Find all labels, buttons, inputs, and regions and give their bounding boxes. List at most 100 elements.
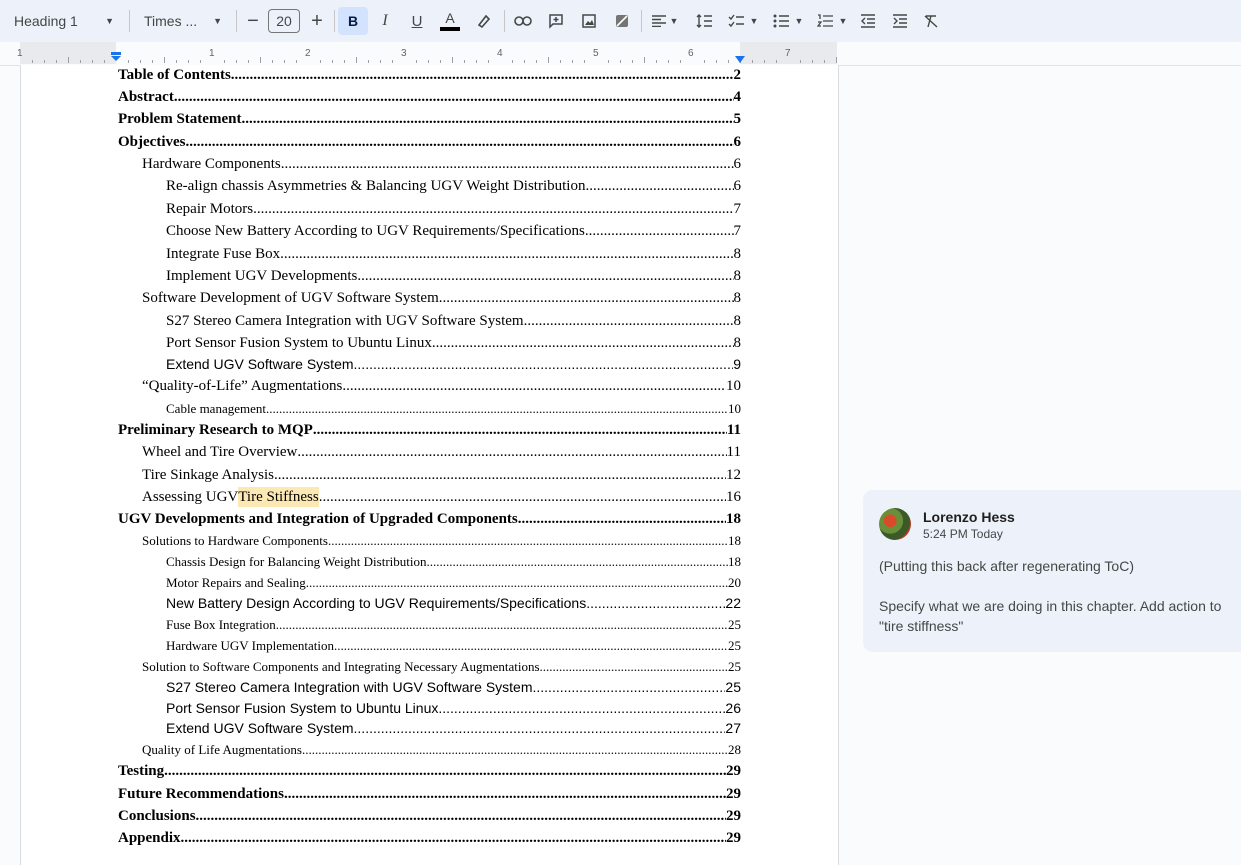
ruler-tick [512, 60, 513, 63]
toc-entry-page: 8 [733, 335, 742, 351]
italic-button[interactable]: I [371, 7, 399, 35]
toc-entry[interactable]: Solutions to Hardware Components 18 [142, 531, 741, 551]
ruler-tick [296, 60, 297, 63]
right-indent-marker-icon[interactable] [734, 56, 746, 64]
toc-leader-dots [533, 677, 726, 697]
divider [334, 10, 335, 32]
ruler-tick [140, 60, 141, 63]
highlight-button[interactable] [470, 7, 498, 35]
comment-card[interactable]: Lorenzo Hess 5:24 PM Today (Putting this… [863, 490, 1241, 652]
clear-formatting-button[interactable] [918, 7, 944, 35]
toc-entry[interactable]: Implement UGV Developments 8 [166, 266, 741, 286]
toc-entry[interactable]: Future Recommendations 29 [118, 784, 741, 804]
toc-entry[interactable]: Motor Repairs and Sealing 20 [166, 573, 741, 593]
toc-entry[interactable]: Extend UGV Software System 9 [166, 354, 741, 374]
toc-entry[interactable]: Quality of Life Augmentations 28 [142, 740, 741, 760]
ruler-tick [560, 60, 561, 63]
bullet-list-dropdown[interactable]: ▼ [768, 7, 808, 35]
toc-entry[interactable]: Choose New Battery According to UGV Requ… [166, 221, 741, 241]
toc-entry[interactable]: Software Development of UGV Software Sys… [142, 288, 741, 308]
toc-entry[interactable]: Objectives 6 [118, 132, 741, 152]
toc-entry[interactable]: Port Sensor Fusion System to Ubuntu Linu… [166, 333, 741, 353]
bold-button[interactable]: B [338, 7, 368, 35]
comment-author: Lorenzo Hess [923, 509, 1015, 525]
toc-entry[interactable]: Assessing UGV Tire Stiffness 16 [142, 487, 741, 507]
eraser-button[interactable] [608, 7, 636, 35]
toc-entry[interactable]: Tire Sinkage Analysis 12 [142, 465, 741, 485]
insert-image-button[interactable] [575, 7, 603, 35]
toc-entry-title: Solution to Software Components and Inte… [142, 659, 540, 674]
toc-entry[interactable]: Hardware Components 6 [142, 154, 741, 174]
underline-button[interactable]: U [403, 7, 431, 35]
ruler-tick [440, 60, 441, 63]
paragraph-style-value: Heading 1 [14, 13, 78, 29]
add-comment-button[interactable] [542, 7, 570, 35]
increase-indent-button[interactable] [887, 7, 913, 35]
toc-leader-dots [354, 354, 734, 374]
toc-entry[interactable]: “Quality-of-Life” Augmentations 10 [142, 376, 741, 396]
toc-entry[interactable]: Abstract 4 [118, 87, 741, 107]
toc-entry[interactable]: Appendix 29 [118, 828, 741, 848]
checklist-dropdown[interactable]: ▼ [722, 7, 764, 35]
toc-entry[interactable]: Chassis Design for Balancing Weight Dist… [166, 552, 741, 572]
font-family-dropdown[interactable]: Times ... ▼ [138, 7, 228, 35]
ruler-tick [752, 60, 753, 63]
toc-entry-page: 6 [733, 134, 742, 150]
line-spacing-button[interactable] [690, 7, 718, 35]
toc-entry-page: 29 [726, 763, 741, 779]
toc-entry[interactable]: Port Sensor Fusion System to Ubuntu Linu… [166, 698, 741, 718]
toc-entry[interactable]: Wheel and Tire Overview 11 [142, 442, 741, 462]
ruler-label: 7 [785, 48, 791, 59]
toc-entry[interactable]: Integrate Fuse Box 8 [166, 244, 741, 264]
document-page[interactable]: Table of Contents 2 Abstract 4 Problem State… [20, 65, 839, 865]
ruler-tick [236, 60, 237, 63]
toc-entry[interactable]: Solution to Software Components and Inte… [142, 657, 741, 677]
increase-indent-icon [893, 14, 907, 28]
ruler-tick [824, 60, 825, 63]
toc-entry[interactable]: Fuse Box Integration 25 [166, 615, 741, 635]
text-color-button[interactable]: A [436, 7, 464, 35]
increase-font-size-button[interactable]: + [305, 7, 329, 35]
ruler[interactable]: 1 1 2 3 4 5 6 7 [0, 42, 1241, 66]
toc-entry[interactable]: Problem Statement 5 [118, 109, 741, 129]
toc-entry[interactable]: S27 Stereo Camera Integration with UGV S… [166, 311, 741, 331]
toc-entry[interactable]: UGV Developments and Integration of Upgr… [118, 509, 741, 529]
ruler-tick [716, 60, 717, 63]
bullet-list-icon [773, 14, 789, 28]
ruler-tick [104, 60, 105, 63]
align-left-icon [651, 15, 666, 27]
toc-entry-page: 20 [728, 575, 741, 590]
paragraph-style-dropdown[interactable]: Heading 1 ▼ [8, 7, 120, 35]
decrease-font-size-button[interactable]: − [241, 7, 265, 35]
ruler-tick [836, 57, 837, 63]
image-icon [582, 14, 596, 28]
left-indent-marker-icon[interactable] [110, 52, 122, 62]
toc-entry[interactable]: Cable management 10 [166, 399, 741, 419]
align-dropdown[interactable]: ▼ [646, 7, 684, 35]
numbered-list-dropdown[interactable]: ▼ [812, 7, 852, 35]
ruler-tick [620, 60, 621, 63]
ruler-tick [380, 60, 381, 63]
comment-line: Specify what we are doing in this chapte… [879, 598, 1222, 634]
toc-entry[interactable]: Extend UGV Software System 27 [166, 718, 741, 738]
highlight-icon [477, 14, 491, 29]
toc-entry[interactable]: S27 Stereo Camera Integration with UGV S… [166, 677, 741, 697]
toc-entry-title: Quality of Life Augmentations [142, 742, 302, 757]
toc-entry-page: 18 [728, 533, 741, 548]
toc-entry-page: 29 [726, 786, 741, 802]
toc-entry[interactable]: New Battery Design According to UGV Requ… [166, 593, 741, 613]
font-size-input[interactable]: 20 [268, 9, 300, 33]
insert-link-button[interactable] [509, 7, 537, 35]
toc-entry[interactable]: Conclusions 29 [118, 806, 741, 826]
ruler-label: 4 [497, 48, 503, 59]
toc-entry[interactable]: Re-align chassis Asymmetries & Balancing… [166, 176, 741, 196]
toc-leader-dots [231, 65, 734, 85]
toc-entry[interactable]: Testing 29 [118, 761, 741, 781]
toc-entry-title: UGV Developments and Integration of Upgr… [118, 511, 518, 527]
toc-entry[interactable]: Repair Motors 7 [166, 199, 741, 219]
toc-entry[interactable]: Table of Contents 2 [118, 65, 741, 85]
toc-entry[interactable]: Preliminary Research to MQP 11 [118, 420, 741, 440]
decrease-indent-button[interactable] [855, 7, 881, 35]
toc-entry-title: Table of Contents [118, 67, 231, 83]
toc-entry[interactable]: Hardware UGV Implementation 25 [166, 636, 741, 656]
